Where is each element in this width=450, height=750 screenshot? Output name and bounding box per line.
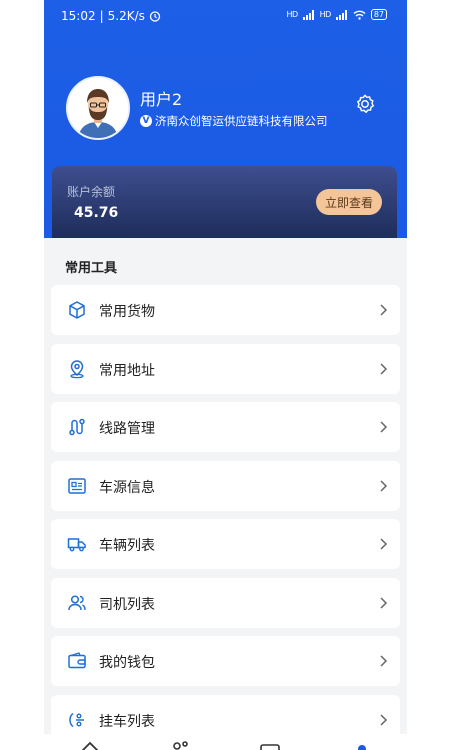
tool-item-wallet[interactable]: 我的钱包	[51, 636, 400, 686]
route-icon	[69, 418, 85, 436]
tool-item-label: 常用货物	[99, 304, 155, 320]
location-pin-icon	[70, 359, 84, 378]
status-left: 15:02 | 5.2K/s	[61, 9, 161, 23]
balance-card: 账户余额 45.76 立即查看	[52, 166, 397, 238]
profile-header: 15:02 | 5.2K/s HD HD 87 用户2 V 济南众创智运供应链科…	[44, 0, 407, 238]
status-right: HD HD 87	[286, 9, 387, 20]
users-icon	[68, 594, 86, 610]
company-row: V 济南众创智运供应链科技有限公司	[140, 113, 328, 129]
chevron-right-icon	[380, 362, 388, 375]
tool-item-address[interactable]: 常用地址	[51, 343, 400, 394]
tool-item-vehicles[interactable]: 车辆列表	[51, 519, 400, 569]
bottom-tab-bar	[44, 734, 407, 750]
tool-item-label: 车辆列表	[99, 538, 155, 554]
tool-item-routes[interactable]: 线路管理	[51, 402, 400, 452]
avatar[interactable]	[66, 76, 130, 140]
wallet-icon	[68, 652, 86, 669]
box-icon	[69, 301, 85, 319]
route-tab-icon[interactable]	[169, 740, 193, 750]
orders-tab-icon[interactable]	[258, 740, 282, 750]
status-speed: 5.2K/s	[107, 9, 145, 23]
chevron-right-icon	[380, 479, 388, 492]
settings-gear-icon[interactable]	[354, 93, 376, 115]
chevron-right-icon	[380, 538, 388, 550]
tool-item-label: 常用地址	[99, 362, 155, 379]
balance-value: 45.76	[74, 205, 119, 221]
app-screen: 15:02 | 5.2K/s HD HD 87 用户2 V 济南众创智运供应链科…	[44, 0, 407, 750]
status-bar: 15:02 | 5.2K/s HD HD 87	[44, 0, 407, 32]
signal-2-icon	[335, 9, 347, 20]
wifi-icon	[353, 10, 366, 20]
signal-1-label: HD	[286, 10, 298, 19]
signal-2-label: HD	[319, 10, 332, 19]
chevron-right-icon	[380, 655, 388, 667]
battery-icon: 87	[370, 9, 387, 20]
view-balance-button[interactable]: 立即查看	[316, 189, 382, 215]
company-name: 济南众创智运供应链科技有限公司	[155, 114, 328, 128]
status-time: 15:02	[61, 9, 96, 23]
chevron-right-icon	[380, 713, 388, 726]
tool-item-vehicle-source[interactable]: 车源信息	[51, 460, 400, 511]
chevron-right-icon	[380, 596, 388, 609]
verified-badge-icon: V	[140, 115, 152, 127]
id-card-icon	[68, 477, 86, 494]
tool-item-label: 车源信息	[99, 479, 155, 496]
trailer-icon	[69, 712, 84, 727]
tools-list: 常用货物 常用地址 线路管理 车源信息 车辆列表 司机列表 我的钱包 挂车列表	[51, 285, 400, 750]
username: 用户2	[140, 90, 183, 109]
tools-section-title: 常用工具	[65, 261, 118, 276]
chevron-right-icon	[380, 304, 388, 316]
truck-icon	[67, 538, 86, 552]
tool-item-label: 我的钱包	[99, 655, 155, 671]
balance-label: 账户余额	[67, 185, 116, 199]
chevron-right-icon	[380, 421, 388, 433]
alarm-icon	[149, 11, 161, 22]
tool-item-cargo[interactable]: 常用货物	[51, 285, 400, 335]
tool-item-label: 司机列表	[99, 596, 155, 613]
user-avatar-icon	[68, 78, 128, 138]
profile-tab-icon[interactable]	[350, 740, 374, 750]
tool-item-label: 挂车列表	[99, 713, 155, 730]
tool-item-label: 线路管理	[99, 421, 155, 437]
signal-1-icon	[302, 9, 314, 20]
home-tab-icon[interactable]	[78, 740, 102, 750]
tool-item-drivers[interactable]: 司机列表	[51, 577, 400, 628]
